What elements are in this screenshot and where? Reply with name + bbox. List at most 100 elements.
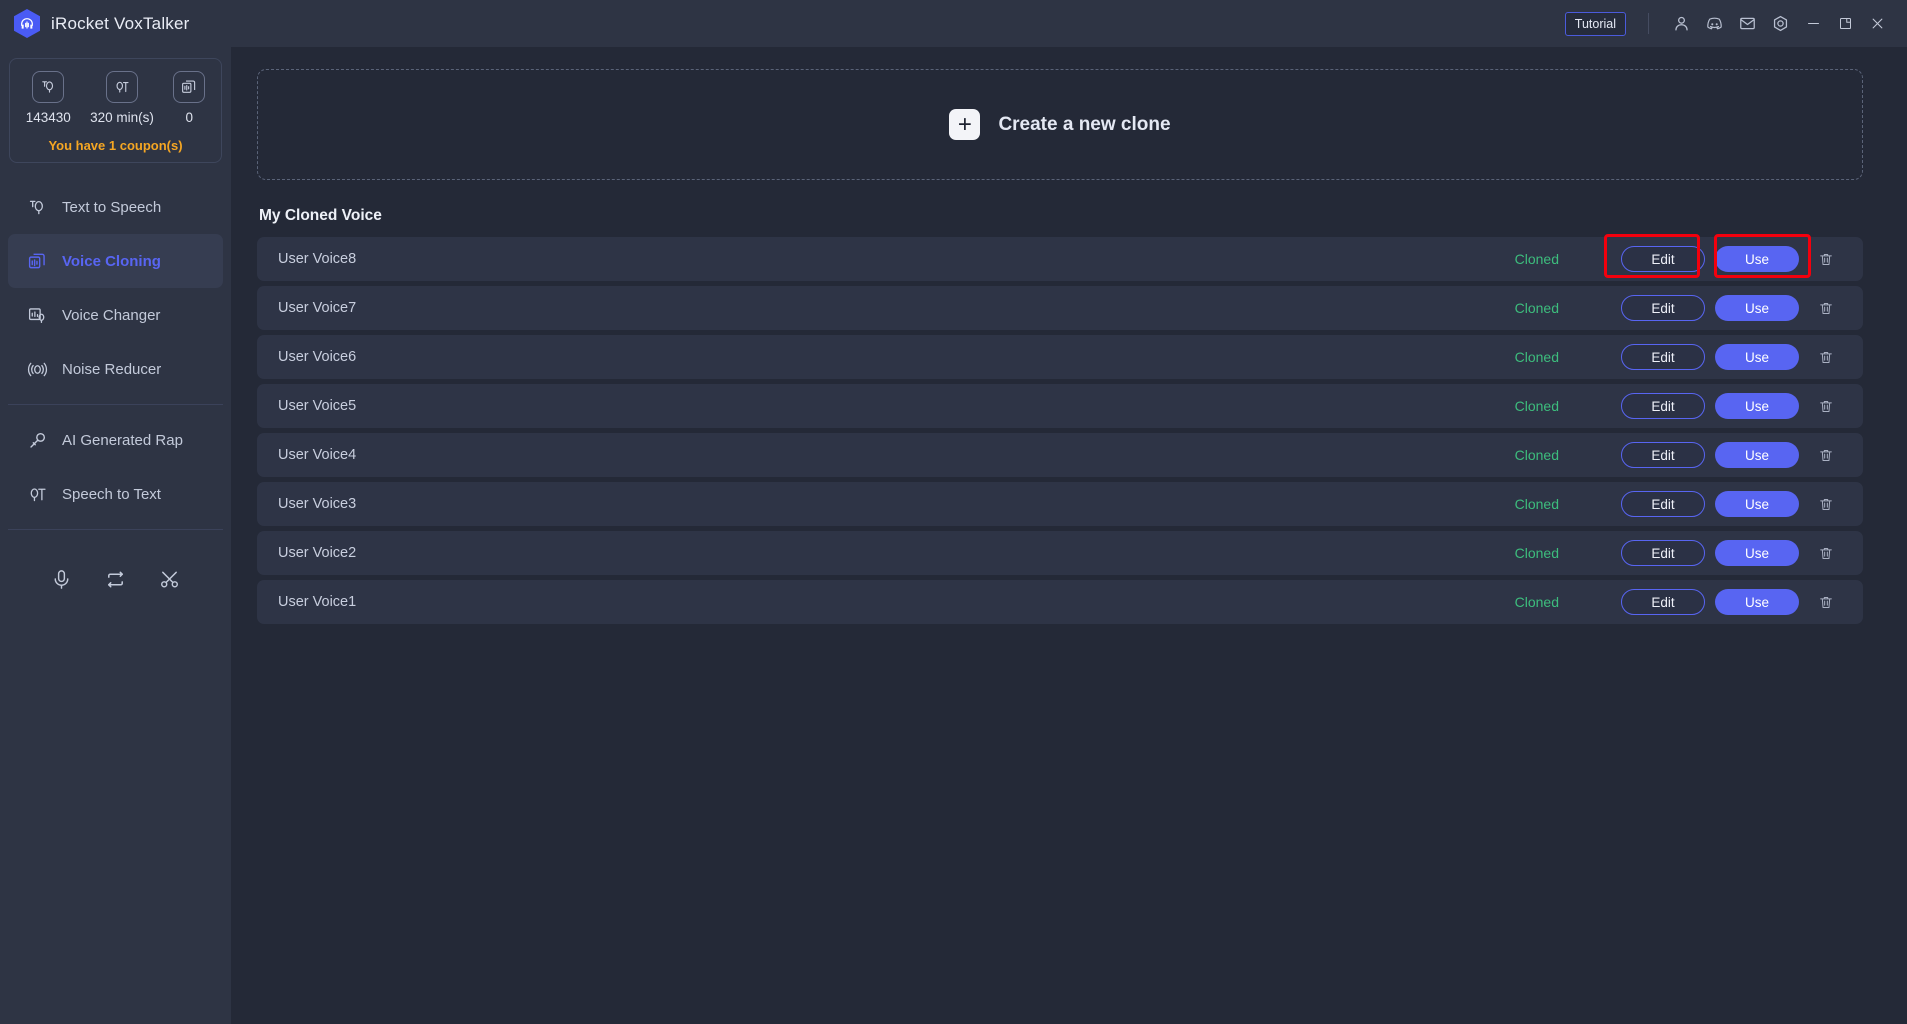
coupon-banner[interactable]: You have 1 coupon(s) bbox=[10, 131, 221, 162]
recorder-icon[interactable] bbox=[48, 566, 74, 592]
voice-name: User Voice2 bbox=[278, 545, 357, 561]
use-button[interactable]: Use bbox=[1715, 344, 1799, 370]
tutorial-button[interactable]: Tutorial bbox=[1564, 11, 1626, 36]
edit-button[interactable]: Edit bbox=[1621, 295, 1705, 321]
table-row[interactable]: User Voice1 Cloned Edit Use bbox=[257, 580, 1863, 624]
converter-icon[interactable] bbox=[102, 566, 128, 592]
voice-cloning-icon bbox=[27, 251, 48, 272]
use-button[interactable]: Use bbox=[1715, 295, 1799, 321]
maximize-button[interactable] bbox=[1829, 7, 1861, 40]
headphones-hexagon-logo-icon bbox=[14, 9, 40, 38]
voice-name: User Voice1 bbox=[278, 594, 357, 610]
sidebar-item-ai-generated-rap[interactable]: AI Generated Rap bbox=[0, 413, 231, 467]
status-badge: Cloned bbox=[1514, 251, 1559, 267]
main-content: + Create a new clone My Cloned Voice Use… bbox=[231, 47, 1907, 1024]
status-badge: Cloned bbox=[1514, 447, 1559, 463]
stat-characters-value: 143430 bbox=[25, 110, 71, 125]
table-row[interactable]: User Voice5 Cloned Edit Use bbox=[257, 384, 1863, 428]
mail-icon[interactable] bbox=[1731, 7, 1764, 40]
sidebar-item-voice-changer[interactable]: Voice Changer bbox=[0, 288, 231, 342]
edit-button[interactable]: Edit bbox=[1621, 344, 1705, 370]
stat-clones: 0 bbox=[173, 71, 206, 125]
voice-name: User Voice7 bbox=[278, 300, 357, 316]
stat-clones-value: 0 bbox=[185, 110, 194, 125]
voice-name: User Voice6 bbox=[278, 349, 357, 365]
sidebar-item-label: AI Generated Rap bbox=[62, 431, 183, 449]
text-to-speech-icon bbox=[32, 71, 65, 103]
status-badge: Cloned bbox=[1514, 496, 1559, 512]
sidebar: 143430 320 min(s) 0 You have 1 coupon(s)… bbox=[0, 47, 231, 1024]
trash-icon[interactable] bbox=[1811, 589, 1841, 615]
sidebar-item-noise-reducer[interactable]: Noise Reducer bbox=[0, 342, 231, 396]
table-row[interactable]: User Voice6 Cloned Edit Use bbox=[257, 335, 1863, 379]
create-clone-label: Create a new clone bbox=[998, 113, 1171, 135]
status-badge: Cloned bbox=[1514, 594, 1559, 610]
trash-icon[interactable] bbox=[1811, 295, 1841, 321]
speech-to-text-icon bbox=[106, 71, 139, 103]
cutter-icon[interactable] bbox=[157, 566, 183, 592]
cloned-voice-list: User Voice8 Cloned Edit Use User Voice7 … bbox=[257, 234, 1863, 624]
app-body: 143430 320 min(s) 0 You have 1 coupon(s)… bbox=[0, 47, 1907, 1024]
application-window: iRocket VoxTalker Tutorial 143430 320 mi… bbox=[0, 0, 1907, 1024]
sidebar-divider-bottom bbox=[8, 529, 223, 530]
sidebar-item-label: Noise Reducer bbox=[62, 360, 162, 378]
stat-characters: 143430 bbox=[26, 71, 71, 125]
edit-button[interactable]: Edit bbox=[1621, 589, 1705, 615]
trash-icon[interactable] bbox=[1811, 540, 1841, 566]
table-row[interactable]: User Voice8 Cloned Edit Use bbox=[257, 234, 1863, 281]
use-button[interactable]: Use bbox=[1715, 442, 1799, 468]
plus-icon: + bbox=[949, 109, 981, 140]
trash-icon[interactable] bbox=[1811, 246, 1841, 272]
usage-stats-row: 143430 320 min(s) 0 bbox=[10, 59, 221, 131]
edit-button[interactable]: Edit bbox=[1621, 246, 1705, 272]
sidebar-item-label: Speech to Text bbox=[62, 485, 161, 503]
use-button[interactable]: Use bbox=[1715, 393, 1799, 419]
edit-button[interactable]: Edit bbox=[1621, 540, 1705, 566]
sidebar-item-label: Voice Cloning bbox=[62, 252, 161, 270]
voice-clone-icon bbox=[173, 71, 206, 103]
sidebar-item-text-to-speech[interactable]: Text to Speech bbox=[0, 180, 231, 234]
trash-icon[interactable] bbox=[1811, 344, 1841, 370]
speech-to-text-icon bbox=[27, 484, 48, 505]
edit-button[interactable]: Edit bbox=[1621, 442, 1705, 468]
create-new-clone-button[interactable]: + Create a new clone bbox=[257, 69, 1863, 180]
status-badge: Cloned bbox=[1514, 300, 1559, 316]
title-bar: iRocket VoxTalker Tutorial bbox=[0, 0, 1907, 47]
app-title: iRocket VoxTalker bbox=[51, 13, 190, 33]
close-button[interactable] bbox=[1861, 7, 1893, 40]
table-row[interactable]: User Voice7 Cloned Edit Use bbox=[257, 286, 1863, 330]
use-button[interactable]: Use bbox=[1715, 589, 1799, 615]
row-actions: Cloned Edit Use bbox=[1515, 589, 1841, 615]
table-row[interactable]: User Voice3 Cloned Edit Use bbox=[257, 482, 1863, 526]
text-to-speech-icon bbox=[27, 197, 48, 218]
use-button[interactable]: Use bbox=[1715, 491, 1799, 517]
sidebar-item-label: Voice Changer bbox=[62, 306, 161, 324]
sidebar-item-voice-cloning[interactable]: Voice Cloning bbox=[8, 234, 223, 288]
sidebar-nav: Text to Speech Voice Cloning Voice Chang… bbox=[0, 180, 231, 592]
table-row[interactable]: User Voice2 Cloned Edit Use bbox=[257, 531, 1863, 575]
sidebar-item-speech-to-text[interactable]: Speech to Text bbox=[0, 467, 231, 521]
trash-icon[interactable] bbox=[1811, 491, 1841, 517]
usage-stats-card: 143430 320 min(s) 0 You have 1 coupon(s) bbox=[9, 58, 222, 163]
titlebar-controls: Tutorial bbox=[1564, 7, 1893, 40]
row-actions: Cloned Edit Use bbox=[1515, 295, 1841, 321]
app-branding: iRocket VoxTalker bbox=[14, 9, 190, 38]
settings-icon[interactable] bbox=[1764, 7, 1797, 40]
table-row[interactable]: User Voice4 Cloned Edit Use bbox=[257, 433, 1863, 477]
account-icon[interactable] bbox=[1665, 7, 1698, 40]
trash-icon[interactable] bbox=[1811, 393, 1841, 419]
page-title: My Cloned Voice bbox=[259, 207, 382, 224]
status-badge: Cloned bbox=[1514, 398, 1559, 414]
noise-reducer-icon bbox=[27, 359, 48, 380]
ai-rap-icon bbox=[27, 430, 48, 451]
stat-minutes-value: 320 min(s) bbox=[90, 110, 154, 125]
trash-icon[interactable] bbox=[1811, 442, 1841, 468]
voice-name: User Voice8 bbox=[278, 251, 357, 267]
minimize-button[interactable] bbox=[1797, 7, 1829, 40]
row-actions: Cloned Edit Use bbox=[1515, 246, 1841, 272]
edit-button[interactable]: Edit bbox=[1621, 393, 1705, 419]
use-button[interactable]: Use bbox=[1715, 246, 1799, 272]
discord-icon[interactable] bbox=[1698, 7, 1731, 40]
use-button[interactable]: Use bbox=[1715, 540, 1799, 566]
edit-button[interactable]: Edit bbox=[1621, 491, 1705, 517]
